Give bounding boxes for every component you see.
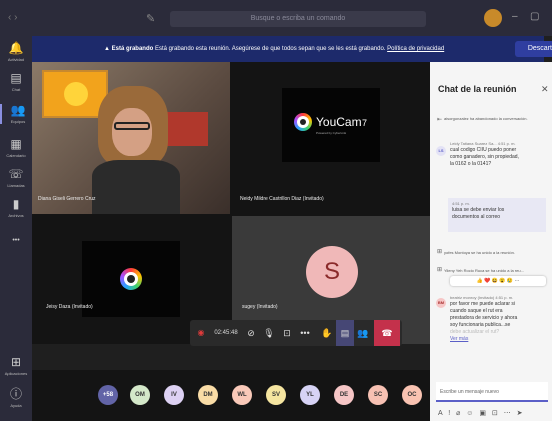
youcam-screen (82, 241, 180, 317)
more-icon: ••• (12, 237, 20, 244)
participant-name: sugey (Invitado) (242, 304, 278, 310)
avatar[interactable] (484, 9, 502, 27)
chat-message: Leidy Tatiana Suarez Sa... 4:51 p. m. cu… (450, 141, 519, 167)
sidebar-item-chat[interactable]: ▤ Chat (0, 71, 32, 93)
avatar: S (306, 246, 358, 298)
phone-icon: ☏ (8, 167, 24, 181)
sidebar-item-archivos[interactable]: ▮ Archivos (0, 197, 32, 219)
participant-strip: +58 OM IV DM WL SV YL DE SC OC (32, 370, 430, 421)
search-input[interactable]: Busque o escriba un comando (170, 11, 426, 27)
system-message: Yileny Yeh Rocio Ruca se ha unido a la r… (444, 268, 524, 273)
participants-icon[interactable]: 👥 (354, 320, 372, 346)
my-message-bubble: 4:51 p. m. luisa se debe enviar los docu… (448, 198, 546, 232)
file-icon: ▮ (12, 197, 20, 211)
participant-avatar[interactable]: OC (402, 385, 422, 405)
sidebar-item-ayuda[interactable]: ⓘ Ayuda (0, 387, 32, 409)
avatar: LS (436, 146, 446, 156)
sidebar-item-actividad[interactable]: 🔔 Actividad (0, 41, 32, 63)
apps-icon: ⊞ (10, 355, 22, 369)
participant-avatar[interactable]: YL (300, 385, 320, 405)
sidebar-item-aplicaciones[interactable]: ⊞ Aplicaciones (0, 355, 32, 377)
dismiss-button[interactable]: Descartar (515, 41, 552, 57)
title-bar: ‹ › ✎ Busque o escriba un comando – ▢ (0, 0, 552, 36)
message-author: Leidy Tatiana Suarez Sa... (450, 141, 497, 146)
participant-avatar[interactable]: SC (368, 385, 388, 405)
chat-title: Chat de la reunión (438, 84, 517, 94)
teams-icon: 👥 (10, 103, 26, 117)
participant-avatar[interactable]: IV (164, 385, 184, 405)
message-time: 4:51 p. m. (452, 201, 470, 206)
participant-avatar[interactable]: DM (198, 385, 218, 405)
youcam-screen: YouCam 7 Powered by CyberLink (282, 88, 380, 162)
system-message: yofes Montoya se ha unido a la reunión. (444, 250, 515, 255)
person-face (112, 108, 152, 156)
join-icon: ⊞ (437, 267, 443, 273)
call-timer: 02:45:48 (214, 330, 238, 336)
message-input[interactable]: Escribe un mensaje nuevo (436, 382, 548, 402)
sidebar-item-more[interactable]: ••• (0, 234, 32, 247)
recording-banner-text: ▲ Está grabando Está grabando esta reuni… (104, 46, 445, 52)
message-time: 4:51 p. m. (495, 295, 514, 300)
share-screen-icon[interactable]: ⊡ (278, 320, 296, 346)
chat-panel: Chat de la reunión ✕ ⇤ aisorgonzalez ha … (430, 62, 552, 421)
participant-avatar[interactable]: SV (266, 385, 286, 405)
video-off-icon[interactable]: ⊘ (242, 320, 260, 346)
video-tile-diana[interactable]: Diana Giseli Gerrero Cruz (32, 62, 230, 214)
more-participants-badge[interactable]: +58 (98, 385, 118, 405)
join-icon: ⊞ (437, 249, 443, 255)
minimize-icon[interactable]: – (512, 11, 518, 22)
app-sidebar: 🔔 Actividad ▤ Chat 👥 Equipos ▦ Calendario ☏ L… (0, 36, 32, 421)
emoji-icon (64, 82, 88, 106)
sidebar-item-calendario[interactable]: ▦ Calendario (0, 137, 32, 159)
glasses-icon (114, 122, 150, 130)
participant-avatar[interactable]: WL (232, 385, 252, 405)
more-options-icon[interactable]: ••• (296, 320, 314, 346)
raise-hand-icon[interactable]: ✋ (318, 320, 336, 346)
participant-name: Neidy Mildre Castrillon Diaz (Invitado) (240, 196, 324, 202)
close-icon[interactable]: ✕ (541, 84, 549, 95)
chat-icon: ▤ (10, 71, 22, 85)
calendar-icon: ▦ (10, 137, 22, 151)
meeting-controls: ◉ 02:45:48 ⊘ 🎙 ⊡ ••• ✋ ▤ 👥 ☎ (190, 320, 402, 346)
youcam-logo-icon (120, 268, 142, 290)
reaction-bar[interactable]: 👍 ❤️ 😆 😮 😢 ⋯ (450, 276, 546, 286)
maximize-icon[interactable]: ▢ (530, 11, 539, 22)
mic-icon[interactable]: 🎙 (260, 320, 278, 346)
message-time: 4:51 p. m. (497, 141, 516, 146)
message-author: beatriz monroy (Invitado) (450, 295, 495, 300)
youcam-subtitle: Powered by CyberLink (316, 131, 347, 135)
avatar: BM (436, 298, 446, 308)
leave-icon: ⇤ (437, 117, 443, 123)
video-tile-neidy[interactable]: YouCam 7 Powered by CyberLink Neidy Mild… (232, 62, 430, 214)
sidebar-item-equipos[interactable]: 👥 Equipos (0, 104, 34, 124)
chat-toggle-icon[interactable]: ▤ (336, 320, 354, 346)
participant-name: Diana Giseli Gerrero Cruz (38, 196, 96, 202)
youcam-version: 7 (362, 118, 368, 128)
video-stage: Diana Giseli Gerrero Cruz YouCam 7 Power… (32, 62, 430, 344)
recording-banner: ▲ Está grabando Está grabando esta reuni… (32, 36, 552, 62)
youcam-logo-icon (294, 113, 312, 131)
recording-dot-icon: ◉ (197, 328, 205, 337)
compose-icon[interactable]: ✎ (146, 12, 155, 25)
chat-message: beatriz monroy (Invitado) 4:51 p. m. por… (450, 294, 550, 343)
participant-avatar[interactable]: DE (334, 385, 354, 405)
hang-up-button[interactable]: ☎ (374, 320, 400, 346)
system-message: aisorgonzalez ha abandonado la conversac… (444, 116, 528, 121)
nav-arrows-icon[interactable]: ‹ › (8, 12, 17, 23)
bell-icon: 🔔 (8, 41, 24, 55)
help-icon: ⓘ (9, 387, 22, 401)
privacy-link[interactable]: Política de privacidad (387, 46, 444, 52)
participant-name: Jeisy Daza (Invitado) (46, 304, 93, 310)
see-more-link[interactable]: Ver más (450, 336, 550, 343)
person-body (92, 160, 180, 214)
compose-toolbar[interactable]: A ! ⌀ ☺ ▣ ⊡ ⋯ ➤ (438, 409, 525, 417)
participant-avatar[interactable]: OM (130, 385, 150, 405)
youcam-brand: YouCam (316, 115, 362, 129)
sidebar-item-llamadas[interactable]: ☏ Llamadas (0, 167, 32, 189)
